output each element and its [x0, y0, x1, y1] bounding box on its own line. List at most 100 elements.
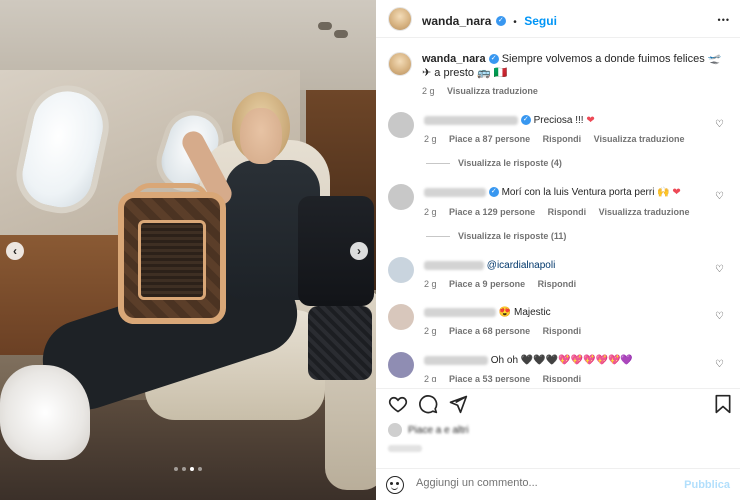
red-heart-emoji: ❤: [586, 115, 595, 126]
caption-username[interactable]: wanda_nara: [422, 53, 486, 65]
comment-meta: 2 g Piace a 68 persone Rispondi: [424, 325, 591, 338]
comment-item: Oh oh 🖤🖤🖤💖💖💖💖💖💜 2 g Piace a 53 persone R…: [388, 352, 728, 382]
reply-button[interactable]: Rispondi: [543, 134, 582, 144]
commenter-name[interactable]: [424, 187, 486, 197]
comment-text: Oh oh: [490, 355, 521, 366]
comment-likes[interactable]: Piace a 87 persone: [449, 134, 530, 144]
liker-avatar: [388, 423, 402, 437]
commenter-name[interactable]: [424, 115, 518, 125]
emoji-icon[interactable]: [386, 476, 404, 494]
carousel-prev-button[interactable]: ‹: [6, 242, 24, 260]
bookmark-icon[interactable]: [714, 394, 732, 414]
comment-icon[interactable]: [418, 394, 438, 414]
separator-dot: •: [513, 17, 517, 28]
hearts-emoji: 🖤🖤🖤💖💖💖💖💖💜: [520, 355, 633, 366]
comment-time: 2 g: [424, 134, 437, 144]
reply-button[interactable]: Rispondi: [543, 326, 582, 336]
comment-item: ✓ Morí con la luis Ventura porta perri 🙌…: [388, 184, 728, 244]
mention-link[interactable]: @icardialnapoli: [487, 260, 556, 271]
comment-like-heart-icon[interactable]: ♡: [715, 310, 724, 323]
publish-button[interactable]: Pubblica: [684, 479, 730, 491]
comment-meta: 2 g Piace a 87 persone Rispondi Visualiz…: [424, 133, 694, 146]
post-header: wanda_nara ✓ • Segui •••: [376, 0, 740, 38]
action-bar: [376, 388, 740, 418]
more-options-button[interactable]: •••: [718, 10, 730, 28]
commenter-avatar[interactable]: [388, 304, 414, 330]
translate-link[interactable]: Visualizza traduzione: [447, 86, 538, 96]
post-details-panel: wanda_nara ✓ • Segui ••• wanda_nara ✓ Si…: [376, 0, 740, 500]
carousel-dot: [198, 467, 202, 471]
comment-body: 😍 Majestic: [424, 306, 714, 319]
follow-button[interactable]: Segui: [524, 14, 557, 28]
red-heart-emoji: ❤: [672, 187, 681, 198]
air-vent: [334, 30, 348, 38]
comment-like-heart-icon[interactable]: ♡: [715, 263, 724, 276]
comment-body: ✓ Morí con la luis Ventura porta perri 🙌…: [424, 186, 714, 199]
send-icon[interactable]: [448, 394, 468, 414]
comment-text: Preciosa !!!: [533, 115, 587, 126]
heart-outline-icon[interactable]: [388, 394, 408, 414]
comment-text: 😍 Majestic: [498, 307, 551, 318]
comment-like-heart-icon[interactable]: ♡: [715, 358, 724, 371]
reply-button[interactable]: Rispondi: [548, 207, 587, 217]
pet-carrier-mesh: [138, 220, 206, 300]
avatar[interactable]: [388, 7, 412, 31]
comment-meta: 2 g Piace a 9 persone Rispondi: [424, 278, 586, 291]
reply-button[interactable]: Rispondi: [543, 374, 582, 382]
comment-like-heart-icon[interactable]: ♡: [715, 190, 724, 203]
comment-likes[interactable]: Piace a 9 persone: [449, 279, 525, 289]
mention-text: icardialnapoli: [496, 260, 556, 271]
comment-item: 😍 Majestic 2 g Piace a 68 persone Rispon…: [388, 304, 728, 340]
comment-meta: 2 g Piace a 53 persone Rispondi: [424, 373, 591, 382]
comment-input[interactable]: [416, 477, 656, 489]
more-icon: •••: [717, 15, 730, 25]
comment-likes[interactable]: Piace a 53 persone: [449, 374, 530, 382]
post-caption: wanda_nara ✓ Siempre volvemos a donde fu…: [422, 52, 722, 80]
person-face: [240, 108, 282, 164]
pet-carrier-bag: [118, 192, 226, 324]
view-replies-link[interactable]: Visualizza le risposte (11): [426, 230, 566, 243]
translate-link[interactable]: Visualizza traduzione: [599, 207, 690, 217]
comment-time: 2 g: [424, 326, 437, 336]
comment-body: ✓ Preciosa !!! ❤: [424, 114, 714, 127]
caption-meta: 2 g Visualizza traduzione: [422, 86, 538, 96]
translate-link[interactable]: Visualizza traduzione: [594, 134, 685, 144]
commenter-avatar[interactable]: [388, 112, 414, 138]
commenter-name[interactable]: [424, 260, 484, 270]
carousel-dot: [182, 467, 186, 471]
caption-avatar[interactable]: [388, 52, 412, 76]
username-link[interactable]: wanda_nara: [422, 14, 491, 28]
comment-likes[interactable]: Piace a 129 persone: [449, 207, 535, 217]
comment-like-heart-icon[interactable]: ♡: [715, 118, 724, 131]
comment-likes[interactable]: Piace a 68 persone: [449, 326, 530, 336]
patterned-bag: [308, 306, 372, 380]
commenter-avatar[interactable]: [388, 257, 414, 283]
carousel-dot-active: [190, 467, 194, 471]
post-date: [388, 445, 422, 452]
comment-time: 2 g: [424, 207, 437, 217]
likes-summary[interactable]: Piace a e altri: [388, 423, 469, 437]
comment-item: ✓ Preciosa !!! ❤ 2 g Piace a 87 persone …: [388, 112, 728, 172]
commenter-avatar[interactable]: [388, 352, 414, 378]
carousel-next-button[interactable]: ›: [350, 242, 368, 260]
verified-badge-icon: ✓: [495, 15, 506, 26]
commenter-name[interactable]: [424, 355, 488, 365]
likes-text: Piace a e altri: [408, 424, 469, 436]
commenter-avatar[interactable]: [388, 184, 414, 210]
comment-time: 2 g: [424, 374, 437, 382]
view-replies-link[interactable]: Visualizza le risposte (4): [426, 157, 562, 170]
carousel-dot: [174, 467, 178, 471]
comment-body: @icardialnapoli: [424, 259, 714, 272]
post-photo[interactable]: ‹ ›: [0, 0, 376, 500]
chevron-right-icon: ›: [357, 244, 361, 258]
verified-badge-icon: ✓: [520, 115, 531, 126]
comment-time: 2 g: [424, 279, 437, 289]
comment-body: Oh oh 🖤🖤🖤💖💖💖💖💖💜: [424, 354, 714, 367]
chevron-left-icon: ‹: [13, 244, 17, 258]
caption-time: 2 g: [422, 86, 435, 96]
comment-meta: 2 g Piace a 129 persone Rispondi Visuali…: [424, 206, 699, 219]
carousel-dots: [0, 467, 376, 471]
commenter-name[interactable]: [424, 307, 496, 317]
reply-button[interactable]: Rispondi: [538, 279, 577, 289]
comment-item: @icardialnapoli 2 g Piace a 9 persone Ri…: [388, 257, 728, 293]
